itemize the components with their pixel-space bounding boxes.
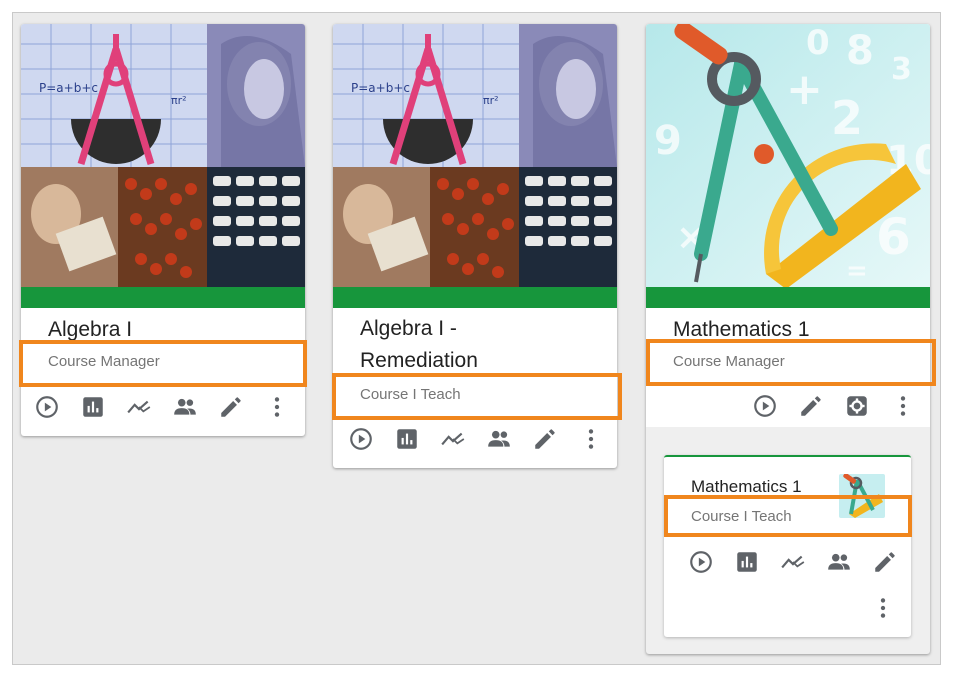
more-vert-icon[interactable] [264, 394, 290, 420]
trending-icon[interactable] [440, 426, 466, 452]
trending-icon[interactable] [126, 394, 152, 420]
course-color-bar [646, 287, 930, 308]
bar-chart-icon[interactable] [80, 394, 106, 420]
play-circle-icon[interactable] [348, 426, 374, 452]
bar-chart-icon[interactable] [394, 426, 420, 452]
svg-text:0: 0 [806, 24, 830, 63]
course-image-math-tools[interactable]: 0 8 3 + 2 10 9 6 × = [646, 24, 930, 287]
course-image-collage[interactable]: P=a+b+c πr² [333, 24, 617, 287]
play-circle-icon[interactable] [688, 549, 714, 575]
highlight-box-card1-role [19, 340, 307, 387]
course-image-collage[interactable]: P=a+b+c πr² [21, 24, 305, 287]
course-actions [752, 393, 922, 419]
svg-text:πr²: πr² [171, 94, 187, 107]
course-color-bar [21, 287, 305, 308]
svg-text:P=a+b+c: P=a+b+c [39, 81, 98, 95]
section-title[interactable]: Mathematics 1 [691, 477, 802, 497]
more-vert-icon[interactable] [890, 393, 916, 419]
svg-text:2: 2 [831, 91, 863, 145]
svg-text:8: 8 [846, 28, 874, 74]
svg-text:3: 3 [891, 52, 912, 87]
play-circle-icon[interactable] [752, 393, 778, 419]
course-actions [348, 426, 610, 452]
bar-chart-icon[interactable] [734, 549, 760, 575]
highlight-box-card3-role [646, 339, 936, 386]
pencil-icon[interactable] [532, 426, 558, 452]
section-card-mathematics-1[interactable]: Mathematics 1 Course I Teach [664, 455, 911, 637]
svg-text:=: = [846, 256, 868, 286]
section-actions [688, 549, 908, 575]
svg-text:πr²: πr² [483, 94, 499, 107]
people-icon[interactable] [486, 426, 512, 452]
people-icon[interactable] [826, 549, 852, 575]
svg-text:+: + [786, 64, 823, 115]
gear-icon[interactable] [844, 393, 870, 419]
course-actions [34, 394, 296, 420]
svg-text:P=a+b+c: P=a+b+c [351, 81, 410, 95]
pencil-icon[interactable] [872, 549, 898, 575]
course-title-line1[interactable]: Algebra I - [360, 313, 457, 345]
pencil-icon[interactable] [798, 393, 824, 419]
more-vert-icon[interactable] [578, 426, 604, 452]
svg-text:9: 9 [654, 118, 682, 164]
trending-icon[interactable] [780, 549, 806, 575]
course-color-bar [333, 287, 617, 308]
pencil-icon[interactable] [218, 394, 244, 420]
highlight-box-section-role [664, 495, 912, 537]
people-icon[interactable] [172, 394, 198, 420]
highlight-box-card2-role [332, 373, 622, 420]
play-circle-icon[interactable] [34, 394, 60, 420]
more-vert-icon[interactable] [870, 595, 896, 621]
